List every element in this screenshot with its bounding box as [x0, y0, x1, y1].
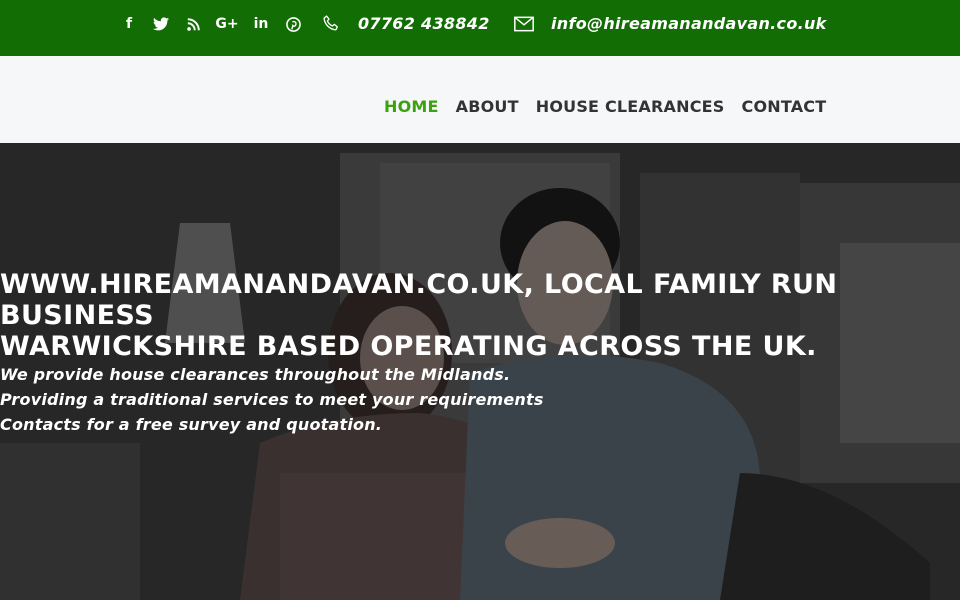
- hero-heading: WWW.HIREAMANANDAVAN.CO.UK, LOCAL FAMILY …: [0, 269, 838, 362]
- top-bar: f G+ in 07762 438842 info@hireamanandava…: [0, 0, 960, 56]
- nav-item-home[interactable]: HOME: [384, 97, 439, 117]
- phone-icon: [320, 13, 342, 35]
- twitter-icon[interactable]: [152, 15, 170, 33]
- email-link[interactable]: info@hireamanandavan.co.uk: [513, 13, 827, 35]
- facebook-icon[interactable]: f: [120, 15, 138, 33]
- main-navbar: HOME ABOUT HOUSE CLEARANCES CONTACT: [0, 56, 960, 143]
- rss-icon[interactable]: [184, 15, 202, 33]
- google-plus-icon[interactable]: G+: [215, 15, 238, 33]
- envelope-icon: [513, 13, 535, 35]
- phone-link[interactable]: 07762 438842: [320, 13, 490, 35]
- social-links: f G+ in: [120, 15, 316, 33]
- hero-line: Providing a traditional services to meet…: [0, 390, 544, 409]
- email-address: info@hireamanandavan.co.uk: [551, 14, 827, 33]
- nav-item-house-clearances[interactable]: HOUSE CLEARANCES: [536, 97, 725, 117]
- pinterest-icon[interactable]: [284, 15, 302, 33]
- hero-line: Contacts for a free survey and quotation…: [0, 415, 383, 434]
- linkedin-icon[interactable]: in: [252, 15, 270, 33]
- hero-line: We provide house clearances throughout t…: [0, 365, 511, 384]
- nav-item-contact[interactable]: CONTACT: [742, 97, 827, 117]
- main-nav: HOME ABOUT HOUSE CLEARANCES CONTACT: [384, 97, 843, 117]
- nav-item-about[interactable]: ABOUT: [456, 97, 519, 117]
- hero-banner: WWW.HIREAMANANDAVAN.CO.UK, LOCAL FAMILY …: [0, 143, 960, 600]
- hero-text: We provide house clearances throughout t…: [0, 362, 544, 437]
- phone-number: 07762 438842: [358, 14, 490, 33]
